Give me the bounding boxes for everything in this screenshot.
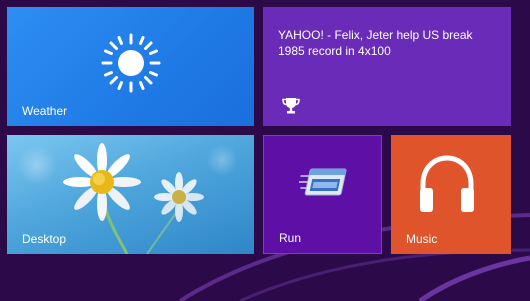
desktop-tile-label: Desktop	[22, 232, 67, 246]
headphones-icon	[420, 155, 474, 212]
weather-tile-label: Weather	[22, 104, 68, 118]
run-window-icon	[299, 168, 347, 196]
trophy-icon	[282, 98, 300, 114]
run-tile-label: Run	[279, 231, 302, 245]
music-tile-label: Music	[406, 232, 438, 246]
music-tile[interactable]: Music	[391, 135, 511, 254]
sun-icon	[101, 33, 161, 93]
news-headline: YAHOO! - Felix, Jeter help US break 1985…	[278, 28, 473, 58]
desktop-tile[interactable]: Desktop	[7, 135, 254, 254]
run-tile[interactable]: Run	[263, 135, 382, 254]
news-tile[interactable]: YAHOO! - Felix, Jeter help US break 1985…	[263, 7, 511, 126]
weather-tile[interactable]: Weather	[7, 7, 254, 126]
